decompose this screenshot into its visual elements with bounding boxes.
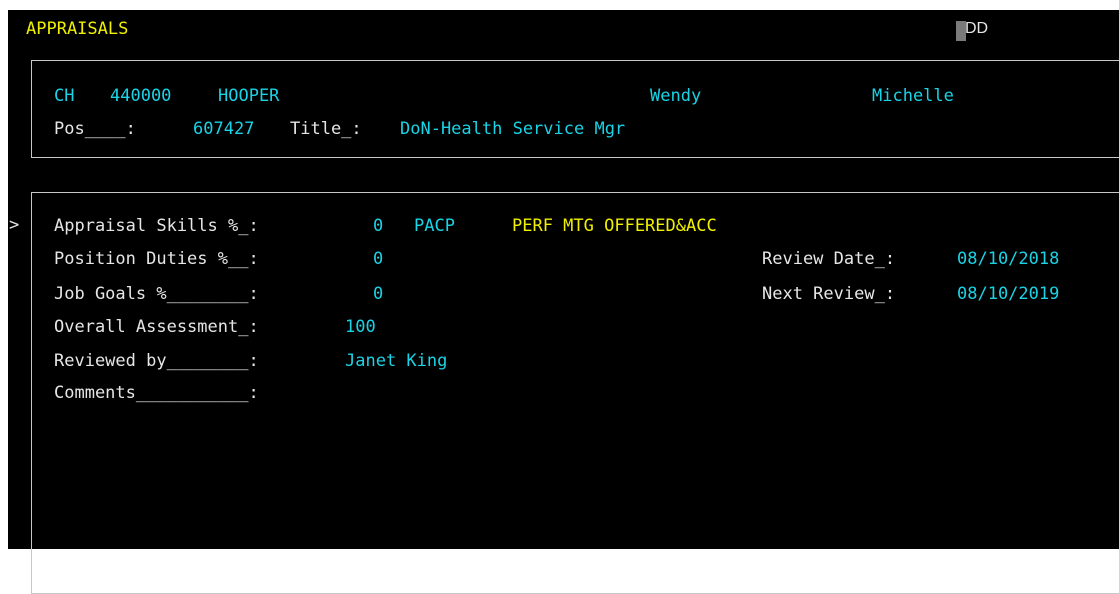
overall-assessment-label: Overall Assessment_: bbox=[54, 317, 259, 337]
reviewed-by-value[interactable]: Janet King bbox=[345, 350, 447, 372]
employee-header-box bbox=[31, 60, 1119, 158]
appraisal-skills-code[interactable]: PACP bbox=[414, 215, 455, 237]
terminal-screen: APPRAISALS DD CH 440000 HOOPER Wendy Mic… bbox=[0, 0, 1119, 594]
window-left-border bbox=[0, 0, 8, 549]
position-value[interactable]: 607427 bbox=[193, 118, 254, 140]
job-goals-value[interactable]: 0 bbox=[373, 283, 383, 305]
screen-title: APPRAISALS bbox=[26, 19, 129, 39]
appraisal-skills-description: PERF MTG OFFERED&ACC bbox=[512, 216, 717, 236]
window-top-border bbox=[0, 0, 1119, 10]
title-label: Title_: bbox=[290, 119, 362, 139]
employee-number: 440000 bbox=[110, 86, 172, 106]
review-date-label: Review Date_: bbox=[762, 249, 896, 269]
current-row-marker: > bbox=[9, 215, 20, 235]
position-duties-label: Position Duties %__: bbox=[54, 249, 259, 269]
overall-assessment-value[interactable]: 100 bbox=[345, 316, 376, 338]
job-goals-label: Job Goals %________: bbox=[54, 284, 259, 304]
review-date-value[interactable]: 08/10/2018 bbox=[957, 248, 1059, 270]
appraisal-skills-value[interactable]: 0 bbox=[373, 215, 383, 237]
mode-indicator: DD bbox=[965, 20, 989, 37]
title-value[interactable]: DoN-Health Service Mgr bbox=[400, 118, 625, 140]
employee-first-name: Wendy bbox=[650, 86, 702, 106]
comments-label: Comments___________: bbox=[54, 383, 259, 403]
position-label: Pos____: bbox=[54, 119, 136, 139]
employee-code: CH bbox=[54, 86, 75, 106]
reviewed-by-label: Reviewed by________: bbox=[54, 351, 259, 371]
appraisal-skills-label: Appraisal Skills %_: bbox=[54, 216, 259, 236]
position-duties-value[interactable]: 0 bbox=[373, 248, 383, 270]
next-review-value[interactable]: 08/10/2019 bbox=[957, 283, 1059, 305]
employee-last-name: HOOPER bbox=[218, 86, 280, 106]
next-review-label: Next Review_: bbox=[762, 284, 896, 304]
employee-middle-name: Michelle bbox=[872, 86, 954, 106]
